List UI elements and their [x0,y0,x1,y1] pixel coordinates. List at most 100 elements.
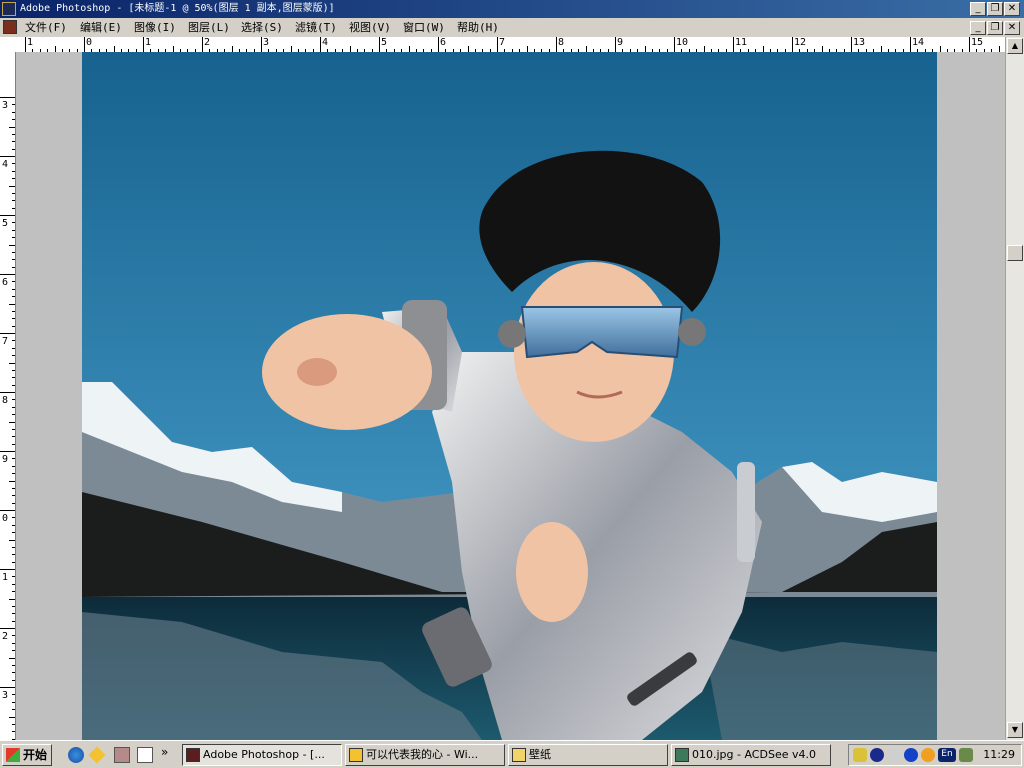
horizontal-ruler[interactable]: 1 0 1 2 3 4 5 6 7 8 9 10 11 12 13 14 15 [0,37,1005,53]
ruler-tick [9,716,15,718]
ruler-tick [379,37,380,52]
scroll-down-button[interactable]: ▼ [1007,722,1023,738]
ruler-tick [0,274,15,275]
ruler-tick [12,664,15,666]
blue-sunglasses [520,306,684,359]
taskbar-button-folder[interactable]: 壁纸 [508,744,668,766]
ruler-tick [9,303,15,305]
vertical-scrollbar[interactable]: ▲ ▼ [1005,37,1024,740]
ruler-label: 0 [2,513,9,524]
tray-misc-icon[interactable] [959,748,973,762]
menu-file[interactable]: 文件(F) [25,20,67,35]
taskbar-button-label: Adobe Photoshop - [... [203,748,325,761]
ruler-tick [12,487,15,489]
qq-penguin-icon[interactable] [921,748,935,762]
ruler-label: 4 [2,159,9,170]
ruler-tick [9,539,15,541]
tray-app-icon[interactable] [853,748,867,762]
pencil-icon [349,748,363,762]
ruler-label: 6 [2,277,9,288]
ruler-tick [12,347,15,349]
tray-check-icon[interactable] [904,748,918,762]
start-label: 开始 [23,748,48,762]
ruler-tick [9,126,15,128]
folder-icon [512,748,526,762]
language-indicator[interactable]: En [938,748,956,762]
doc-minimize-button[interactable]: _ [970,21,986,35]
ruler-tick [12,163,15,165]
ruler-tick [497,37,498,52]
fist-shadow [297,358,337,386]
ruler-tick [9,598,15,600]
ruler-label: 5 [381,37,388,48]
notepad-icon[interactable] [137,747,153,763]
restore-button[interactable]: ❐ [987,2,1003,16]
menu-layer[interactable]: 图层(L) [188,20,230,35]
lower-hand [516,522,588,622]
title-bar: Adobe Photoshop - [未标题-1 @ 50%(图层 1 副本,图… [0,0,1024,18]
ruler-tick [12,369,15,371]
ruler-tick [12,237,15,239]
ruler-tick [25,37,26,52]
ruler-tick [12,170,15,172]
taskbar-button-wordpad[interactable]: 可以代表我的心 - Wi... [345,744,505,766]
ruler-tick [12,384,15,386]
ruler-label: 7 [499,37,506,48]
ruler-tick [12,679,15,681]
vertical-ruler[interactable]: 3 4 5 6 7 8 9 0 1 2 3 [0,52,16,740]
ruler-tick [0,569,15,570]
ruler-tick [12,554,15,556]
menu-filter[interactable]: 滤镜(T) [295,20,337,35]
document-icon[interactable] [3,20,17,34]
ruler-label: 1 [145,37,152,48]
volume-icon[interactable] [887,748,901,762]
ruler-tick [12,141,15,143]
menu-window[interactable]: 窗口(W) [403,20,445,35]
ruler-tick [12,148,15,150]
ruler-label: 1 [2,572,9,583]
photoshop-app-icon[interactable] [2,2,16,16]
ruler-tick [12,104,15,106]
close-button[interactable]: ✕ [1004,2,1020,16]
ruler-label: 4 [322,37,329,48]
ruler-tick [12,709,15,711]
ruler-label: 8 [558,37,565,48]
ruler-tick [9,657,15,659]
clock[interactable]: 11:29 [983,745,1015,765]
ruler-tick [438,37,439,52]
headphone-right [678,318,706,346]
ruler-tick [12,428,15,430]
start-button[interactable]: 开始 [2,744,52,766]
pencil-icon[interactable] [88,746,106,764]
ruler-tick [320,37,321,52]
ruler-tick [12,502,15,504]
minimize-button[interactable]: _ [970,2,986,16]
ruler-label: 9 [2,454,9,465]
menu-edit[interactable]: 编辑(E) [80,20,122,35]
menu-help[interactable]: 帮助(H) [457,20,499,35]
ruler-tick [0,628,15,629]
menu-select[interactable]: 选择(S) [241,20,283,35]
ruler-tick [12,613,15,615]
ruler-label: 0 [86,37,93,48]
internet-explorer-icon[interactable] [68,747,84,763]
image-canvas[interactable] [82,52,937,740]
screensaver-icon[interactable] [114,747,130,763]
menu-image[interactable]: 图像(I) [134,20,176,35]
scroll-up-button[interactable]: ▲ [1007,38,1023,54]
ruler-tick [12,524,15,526]
scroll-thumb[interactable] [1007,245,1023,261]
menu-view[interactable]: 视图(V) [349,20,391,35]
taskbar-button-acdsee[interactable]: 010.jpg - ACDSee v4.0 [671,744,831,766]
tray-network-icon[interactable] [870,748,884,762]
doc-close-button[interactable]: ✕ [1004,21,1020,35]
ruler-tick [12,251,15,253]
ruler-tick [12,192,15,194]
ruler-tick [12,495,15,497]
quick-launch-chevron[interactable]: » [161,745,168,759]
taskbar-button-photoshop[interactable]: Adobe Photoshop - [... [182,744,342,766]
doc-restore-button[interactable]: ❐ [987,21,1003,35]
ruler-label: 5 [2,218,9,229]
ruler-tick [9,185,15,187]
ruler-tick [792,37,793,52]
